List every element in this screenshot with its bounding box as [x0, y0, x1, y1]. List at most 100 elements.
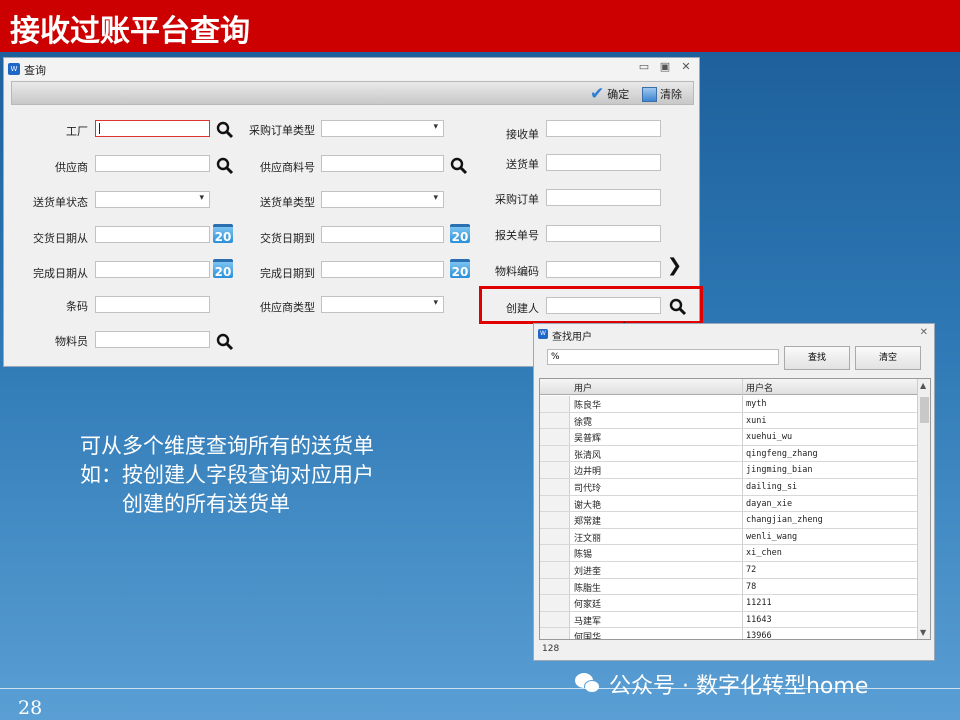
clear-icon: [642, 86, 657, 102]
close-icon[interactable]: ✕: [920, 327, 928, 338]
row-indicator: [540, 595, 570, 611]
cell-user: 何国华: [574, 633, 602, 640]
search-icon[interactable]: [216, 157, 234, 175]
column-header-user[interactable]: 用户: [574, 381, 592, 394]
delivery-note-input[interactable]: [546, 154, 661, 171]
cell-user: 陈良华: [574, 401, 602, 411]
cell-username: jingming_bian: [746, 465, 813, 476]
query-window-titlebar: W 查询 ▭ ▣ ✕: [4, 58, 699, 80]
po-type-select[interactable]: [321, 120, 444, 137]
table-row[interactable]: 张清风 qingfeng_zhang: [540, 445, 918, 463]
row-indicator: [540, 429, 570, 445]
cell-username: 13966: [746, 631, 772, 640]
delivery-status-select[interactable]: [95, 191, 210, 208]
row-indicator: [540, 412, 570, 429]
grid-header: 用户 用户名: [540, 379, 918, 395]
delivery-type-select[interactable]: [321, 191, 444, 208]
vertical-scrollbar[interactable]: ▲ ▼: [917, 379, 930, 639]
lookup-dialog-title: 查找用户: [552, 332, 592, 343]
search-icon[interactable]: [450, 157, 468, 175]
description-text: 可从多个维度查询所有的送货单 如：按创建人字段查询对应用户 创建的所有送货单: [80, 432, 374, 519]
search-icon[interactable]: [216, 333, 234, 351]
calendar-icon[interactable]: 20: [213, 259, 233, 279]
cell-user: 吴普辉: [574, 434, 602, 445]
table-row[interactable]: 司代玲 dailing_si: [540, 479, 918, 496]
table-row[interactable]: 何国华 13966: [540, 628, 918, 640]
cell-user: 汪文丽: [574, 533, 602, 544]
wechat-icon: [575, 673, 601, 695]
field-label-delivery-status: 送货单状态: [33, 196, 88, 209]
record-count: 128: [542, 644, 560, 654]
customs-no-input[interactable]: [546, 225, 661, 242]
clear-button[interactable]: 清除: [642, 85, 682, 103]
footer-divider: [0, 688, 960, 689]
user-search-input[interactable]: %: [547, 349, 779, 365]
cell-username: xuni: [746, 415, 767, 426]
cell-username: xuehui_wu: [746, 432, 793, 443]
row-indicator: [540, 628, 570, 639]
cell-username: 78: [746, 581, 757, 592]
cell-username: 11643: [746, 614, 772, 625]
minimize-icon[interactable]: ▭: [637, 60, 651, 73]
cell-username: wenli_wang: [746, 531, 798, 542]
row-indicator: [540, 495, 570, 512]
clear-label: 清除: [660, 88, 682, 101]
supplier-part-no-input[interactable]: [321, 155, 444, 172]
confirm-label: 确定: [607, 88, 630, 101]
table-row[interactable]: 郑常建 changjian_zheng: [540, 512, 918, 529]
table-row[interactable]: 徐霓 xuni: [540, 412, 918, 430]
scroll-up-icon[interactable]: ▲: [920, 381, 926, 390]
description-line-1: 可从多个维度查询所有的送货单: [80, 434, 374, 458]
table-row[interactable]: 谢大艳 dayan_xie: [540, 495, 918, 513]
supplier-type-select[interactable]: [321, 296, 444, 313]
find-button[interactable]: 查找: [784, 346, 850, 370]
material-code-input[interactable]: [546, 261, 661, 278]
watermark: 公众号 · 数字化转型home: [575, 668, 868, 700]
close-icon[interactable]: ✕: [679, 60, 693, 73]
table-row[interactable]: 何家廷 11211: [540, 595, 918, 612]
cell-user: 何家廷: [574, 600, 602, 611]
cell-username: 11211: [746, 598, 772, 609]
cell-user: 马建军: [574, 616, 602, 627]
row-indicator: [540, 512, 570, 528]
table-row[interactable]: 吴普辉 xuehui_wu: [540, 429, 918, 446]
field-label-delivery-type: 送货单类型: [260, 196, 315, 209]
description-line-2: 如：按创建人字段查询对应用户: [80, 463, 374, 487]
table-row[interactable]: 边井明 jingming_bian: [540, 462, 918, 479]
cell-user: 陈脂生: [574, 583, 602, 594]
confirm-button[interactable]: ✔ 确定: [590, 84, 630, 104]
complete-date-from-input[interactable]: [95, 261, 210, 278]
purchase-order-input[interactable]: [546, 189, 661, 206]
field-label-supplier: 供应商: [55, 161, 88, 174]
barcode-input[interactable]: [95, 296, 210, 313]
search-icon[interactable]: [216, 121, 234, 139]
chevron-right-icon[interactable]: ❯: [667, 255, 682, 276]
supplier-input[interactable]: [95, 155, 210, 172]
scrollbar-thumb[interactable]: [920, 397, 929, 423]
material-clerk-input[interactable]: [95, 331, 210, 348]
receipt-input[interactable]: [546, 120, 661, 137]
delivery-date-from-input[interactable]: [95, 226, 210, 243]
table-row[interactable]: 汪文丽 wenli_wang: [540, 528, 918, 546]
table-row[interactable]: 刘进奎 72: [540, 562, 918, 579]
table-row[interactable]: 陈良华 myth: [540, 396, 918, 413]
calendar-icon[interactable]: 20: [213, 224, 233, 244]
field-label-purchase-order: 采购订单: [495, 193, 539, 206]
clear-button[interactable]: 清空: [855, 346, 921, 370]
column-header-username[interactable]: 用户名: [746, 381, 773, 394]
maximize-icon[interactable]: ▣: [658, 60, 672, 73]
page-number: 28: [18, 697, 43, 719]
table-row[interactable]: 陈脂生 78: [540, 578, 918, 596]
table-row[interactable]: 陈锡 xi_chen: [540, 545, 918, 562]
plant-input[interactable]: [95, 120, 210, 137]
row-indicator: [540, 528, 570, 545]
complete-date-to-input[interactable]: [321, 261, 444, 278]
field-label-delivery-note: 送货单: [506, 158, 539, 171]
cell-username: dayan_xie: [746, 498, 793, 509]
cell-username: changjian_zheng: [746, 515, 823, 526]
cell-user: 边井明: [574, 467, 602, 478]
field-label-delivery-date-from: 交货日期从: [33, 232, 88, 245]
delivery-date-to-input[interactable]: [321, 226, 444, 243]
table-row[interactable]: 马建军 11643: [540, 611, 918, 629]
scroll-down-icon[interactable]: ▼: [920, 628, 926, 637]
